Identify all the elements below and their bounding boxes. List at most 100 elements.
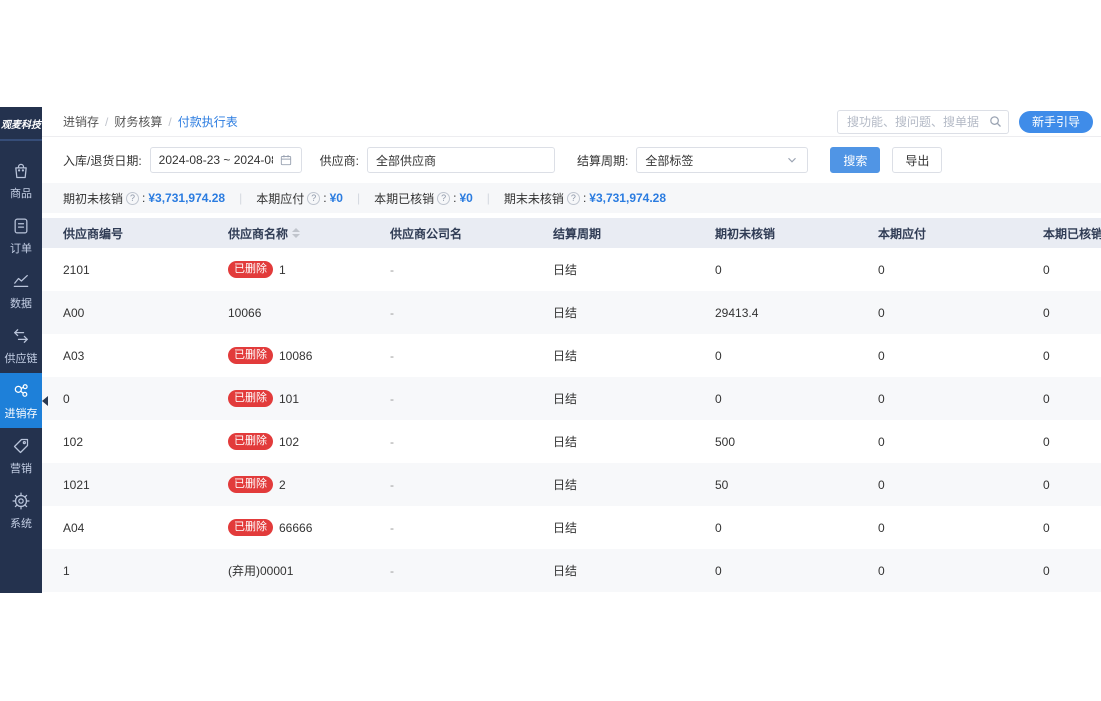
summary-label: 期初未核销 [63,191,124,206]
summary-label: 期末未核销 [503,191,564,206]
sidebar-item-营销[interactable]: 营销 [0,428,42,483]
cell-supplier-code: 1021 [63,477,90,492]
column-header-供应商名称[interactable]: 供应商名称 [228,225,390,242]
top-right-tools: 新手引导 [836,109,1093,134]
supplier-name-text: 2 [279,477,286,492]
cell-current-payable: 0 [878,348,885,363]
column-header-label: 本期应付 [878,226,927,241]
table-row: A04 已删除 66666 - 日结 0 0 0 [42,506,1101,549]
summary-value: ¥0 [459,191,473,205]
active-item-arrow [42,395,48,406]
sidebar-item-供应链[interactable]: 供应链 [0,318,42,373]
cell-current-payable: 0 [878,434,885,449]
column-header-label: 供应商编号 [63,226,124,241]
table-row: 1 (弃用)00001 - 日结 0 0 0 [42,549,1101,592]
supplier-filter-value: 全部供应商 [376,153,437,168]
sidebar-item-进销存[interactable]: 进销存 [0,373,48,428]
breadcrumb-item[interactable]: 进销存 [63,113,99,130]
cell-company-name: - [390,391,394,406]
deleted-badge: 已删除 [228,347,273,364]
cell-current-settled: 0 [1043,262,1050,277]
date-range-picker[interactable]: 2024-08-23 ~ 2024-08-23 [149,147,302,173]
breadcrumb-item[interactable]: 付款执行表 [178,113,238,130]
supplier-name-text: 1 [279,262,286,277]
search-input[interactable] [836,109,1009,134]
help-icon[interactable]: ? [307,191,321,205]
summary-item: 期初未核销?: ¥3,731,974.28 [63,190,225,207]
sidebar-item-系统[interactable]: 系统 [0,483,42,538]
breadcrumb: 进销存 / 财务核算 / 付款执行表 [63,113,238,130]
supplier-name-text: 10086 [279,348,313,363]
cell-supplier-code: A03 [63,348,85,363]
app-window: 观麦科技 商品订单数据供应链进销存营销系统 进销存/财务核算/付款执行表 新手引… [0,107,1101,593]
gear-icon [11,491,31,516]
table-row: 0 已删除 101 - 日结 0 0 0 [42,377,1101,420]
breadcrumb-separator: / [105,114,109,129]
cell-settle-cycle: 日结 [553,306,578,320]
cell-supplier-name: 已删除 66666 [228,506,390,549]
cycle-filter-select[interactable]: 全部标签 [636,147,809,173]
cell-supplier-name: 10066 [228,291,390,334]
sort-icon[interactable] [292,228,301,238]
column-header-label: 供应商名称 [228,226,289,241]
cell-company-name: - [390,348,394,363]
supplier-filter-label: 供应商: [319,153,360,168]
summary-item: 本期应付?: ¥0 [256,190,343,207]
summary-separator: | [239,191,243,205]
cell-opening-unsettled: 0 [715,520,722,535]
sidebar-item-label: 营销 [10,463,32,475]
chart-icon [11,271,31,296]
breadcrumb-item[interactable]: 财务核算 [114,113,162,130]
cell-company-name: - [390,305,394,320]
column-header-供应商编号: 供应商编号 [63,225,228,242]
search-button[interactable]: 搜索 [830,147,881,173]
cell-current-payable: 0 [878,520,885,535]
payment-table: 供应商编号 供应商名称 供应商公司名 结算周期 期初未核销 本期应付 本期已核销 2101 已… [42,218,1101,592]
cell-company-name: - [390,520,394,535]
deleted-badge: 已删除 [228,519,273,536]
cell-company-name: - [390,563,394,578]
export-button[interactable]: 导出 [892,147,943,173]
column-header-label: 结算周期 [553,226,602,241]
cell-company-name: - [390,262,394,277]
help-icon[interactable]: ? [566,191,580,205]
cell-opening-unsettled: 29413.4 [715,305,759,320]
help-icon[interactable]: ? [437,191,451,205]
sidebar-item-label: 订单 [10,243,32,255]
sidebar-item-数据[interactable]: 数据 [0,263,42,318]
cell-opening-unsettled: 50 [715,477,729,492]
column-header-结算周期: 结算周期 [553,225,715,242]
table-row: 102 已删除 102 - 日结 500 0 0 [42,420,1101,463]
cell-opening-unsettled: 0 [715,348,722,363]
cell-settle-cycle: 日结 [553,478,578,492]
sidebar-item-商品[interactable]: 商品 [0,153,42,208]
supplier-name-text: (弃用)00001 [228,564,294,578]
cell-current-settled: 0 [1043,477,1050,492]
cell-settle-cycle: 日结 [553,349,578,363]
sidebar-item-订单[interactable]: 订单 [0,208,42,263]
cell-supplier-name: (弃用)00001 [228,549,390,592]
sidebar-nav: 商品订单数据供应链 进销存营销系统 [0,153,48,538]
column-header-本期应付: 本期应付 [878,225,1043,242]
deleted-badge: 已删除 [228,433,273,450]
cell-settle-cycle: 日结 [553,435,578,449]
cell-supplier-name: 已删除 10086 [228,334,390,377]
sidebar: 观麦科技 商品订单数据供应链 进销存营销系统 [0,107,48,593]
calendar-icon [280,155,291,166]
summary-colon: : [582,191,587,205]
cell-current-payable: 0 [878,305,885,320]
guide-button[interactable]: 新手引导 [1018,110,1093,133]
summary-value: ¥3,731,974.28 [589,191,667,205]
global-search[interactable] [836,109,1009,134]
search-icon[interactable] [988,114,1003,129]
summary-colon: : [453,191,457,205]
help-icon[interactable]: ? [126,191,140,205]
supplier-filter-input[interactable]: 全部供应商 [367,147,556,173]
cell-opening-unsettled: 0 [715,262,722,277]
summary-separator: | [356,191,361,205]
summary-value: ¥0 [329,191,343,205]
app-logo: 观麦科技 [0,107,42,141]
cell-current-payable: 0 [878,391,885,406]
cell-settle-cycle: 日结 [553,392,578,406]
sidebar-item-label: 数据 [10,298,32,310]
